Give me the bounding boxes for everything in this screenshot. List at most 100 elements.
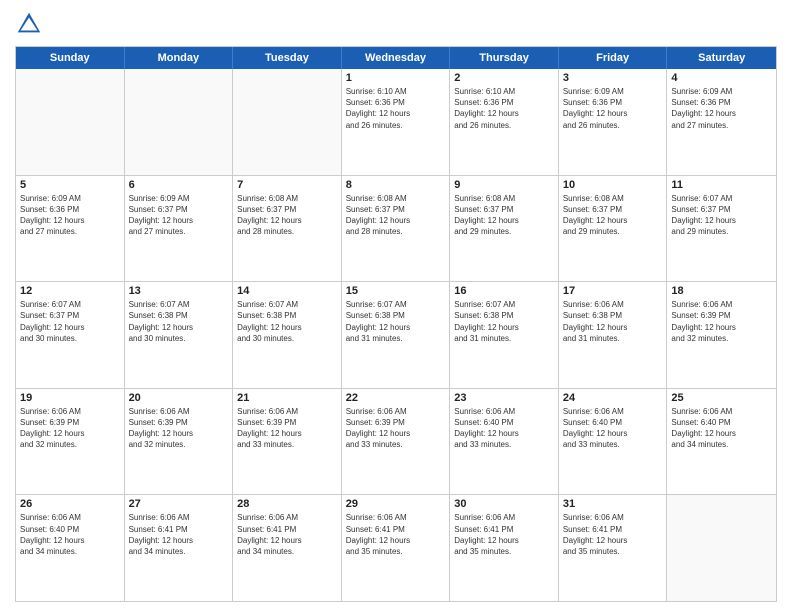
- day-number: 28: [237, 498, 337, 510]
- cell-info: Sunrise: 6:07 AMSunset: 6:37 PMDaylight:…: [20, 299, 120, 344]
- calendar-cell: 10 Sunrise: 6:08 AMSunset: 6:37 PMDayligh…: [559, 176, 668, 282]
- cell-info: Sunrise: 6:08 AMSunset: 6:37 PMDaylight:…: [237, 193, 337, 238]
- calendar-row: 26 Sunrise: 6:06 AMSunset: 6:40 PMDayligh…: [16, 495, 776, 601]
- calendar-cell: 4Sunrise: 6:09 AMSunset: 6:36 PMDaylight…: [667, 69, 776, 175]
- cell-info: Sunrise: 6:09 AMSunset: 6:37 PMDaylight:…: [129, 193, 229, 238]
- calendar-cell: 2 Sunrise: 6:10 AMSunset: 6:36 PMDaylight…: [450, 69, 559, 175]
- day-number: 27: [129, 498, 229, 510]
- calendar-cell: 13Sunrise: 6:07 AMSunset: 6:38 PMDayligh…: [125, 282, 234, 388]
- cell-info: Sunrise: 6:07 AMSunset: 6:38 PMDaylight:…: [454, 299, 554, 344]
- calendar-cell: 31 Sunrise: 6:06 AMSunset: 6:41 PMDayligh…: [559, 495, 668, 601]
- day-number: 21: [237, 392, 337, 404]
- calendar-row: 12 Sunrise: 6:07 AMSunset: 6:37 PMDayligh…: [16, 282, 776, 389]
- day-number: 13: [129, 285, 229, 297]
- cell-info: Sunrise: 6:06 AMSunset: 6:39 PMDaylight:…: [20, 406, 120, 451]
- calendar-cell: 24Sunrise: 6:06 AMSunset: 6:40 PMDayligh…: [559, 389, 668, 495]
- cell-info: Sunrise: 6:06 AMSunset: 6:41 PMDaylight:…: [346, 512, 446, 557]
- logo-icon: [15, 10, 43, 38]
- day-number: 9: [454, 179, 554, 191]
- weekday-header: Monday: [125, 47, 234, 69]
- cell-info: Sunrise: 6:06 AMSunset: 6:41 PMDaylight:…: [454, 512, 554, 557]
- day-number: 25: [671, 392, 772, 404]
- day-number: 2: [454, 72, 554, 84]
- calendar-cell: 11 Sunrise: 6:07 AMSunset: 6:37 PMDayligh…: [667, 176, 776, 282]
- calendar-cell: 28Sunrise: 6:06 AMSunset: 6:41 PMDayligh…: [233, 495, 342, 601]
- calendar-cell: 12 Sunrise: 6:07 AMSunset: 6:37 PMDayligh…: [16, 282, 125, 388]
- day-number: 10: [563, 179, 663, 191]
- calendar-body: 1 Sunrise: 6:10 AMSunset: 6:36 PMDaylight…: [16, 69, 776, 601]
- calendar-cell: 7 Sunrise: 6:08 AMSunset: 6:37 PMDaylight…: [233, 176, 342, 282]
- day-number: 26: [20, 498, 120, 510]
- day-number: 8: [346, 179, 446, 191]
- calendar-cell: 6 Sunrise: 6:09 AMSunset: 6:37 PMDaylight…: [125, 176, 234, 282]
- calendar-cell: 18Sunrise: 6:06 AMSunset: 6:39 PMDayligh…: [667, 282, 776, 388]
- calendar-cell: 19 Sunrise: 6:06 AMSunset: 6:39 PMDayligh…: [16, 389, 125, 495]
- calendar-cell: 14 Sunrise: 6:07 AMSunset: 6:38 PMDayligh…: [233, 282, 342, 388]
- calendar-cell: 8 Sunrise: 6:08 AMSunset: 6:37 PMDaylight…: [342, 176, 451, 282]
- cell-info: Sunrise: 6:06 AMSunset: 6:39 PMDaylight:…: [237, 406, 337, 451]
- calendar-cell: 26 Sunrise: 6:06 AMSunset: 6:40 PMDayligh…: [16, 495, 125, 601]
- day-number: 7: [237, 179, 337, 191]
- day-number: 14: [237, 285, 337, 297]
- day-number: 30: [454, 498, 554, 510]
- cell-info: Sunrise: 6:07 AMSunset: 6:38 PMDaylight:…: [346, 299, 446, 344]
- weekday-header: Tuesday: [233, 47, 342, 69]
- calendar-cell: 15 Sunrise: 6:07 AMSunset: 6:38 PMDayligh…: [342, 282, 451, 388]
- calendar-cell: 30 Sunrise: 6:06 AMSunset: 6:41 PMDayligh…: [450, 495, 559, 601]
- cell-info: Sunrise: 6:06 AMSunset: 6:39 PMDaylight:…: [129, 406, 229, 451]
- calendar: SundayMondayTuesdayWednesdayThursdayFrid…: [15, 46, 777, 602]
- calendar-cell: 25 Sunrise: 6:06 AMSunset: 6:40 PMDayligh…: [667, 389, 776, 495]
- calendar-cell: 27 Sunrise: 6:06 AMSunset: 6:41 PMDayligh…: [125, 495, 234, 601]
- cell-info: Sunrise: 6:06 AMSunset: 6:40 PMDaylight:…: [20, 512, 120, 557]
- calendar-cell: 9Sunrise: 6:08 AMSunset: 6:37 PMDaylight…: [450, 176, 559, 282]
- calendar-cell: 20 Sunrise: 6:06 AMSunset: 6:39 PMDayligh…: [125, 389, 234, 495]
- calendar-header: SundayMondayTuesdayWednesdayThursdayFrid…: [16, 47, 776, 69]
- calendar-row: 5Sunrise: 6:09 AMSunset: 6:36 PMDaylight…: [16, 176, 776, 283]
- calendar-cell: [667, 495, 776, 601]
- cell-info: Sunrise: 6:06 AMSunset: 6:39 PMDaylight:…: [346, 406, 446, 451]
- weekday-header: Wednesday: [342, 47, 451, 69]
- day-number: 20: [129, 392, 229, 404]
- day-number: 11: [671, 179, 772, 191]
- day-number: 12: [20, 285, 120, 297]
- calendar-cell: 5Sunrise: 6:09 AMSunset: 6:36 PMDaylight…: [16, 176, 125, 282]
- cell-info: Sunrise: 6:06 AMSunset: 6:40 PMDaylight:…: [454, 406, 554, 451]
- day-number: 15: [346, 285, 446, 297]
- cell-info: Sunrise: 6:10 AMSunset: 6:36 PMDaylight:…: [346, 86, 446, 131]
- day-number: 1: [346, 72, 446, 84]
- cell-info: Sunrise: 6:06 AMSunset: 6:38 PMDaylight:…: [563, 299, 663, 344]
- cell-info: Sunrise: 6:08 AMSunset: 6:37 PMDaylight:…: [346, 193, 446, 238]
- cell-info: Sunrise: 6:06 AMSunset: 6:41 PMDaylight:…: [129, 512, 229, 557]
- calendar-cell: [125, 69, 234, 175]
- weekday-header: Thursday: [450, 47, 559, 69]
- cell-info: Sunrise: 6:09 AMSunset: 6:36 PMDaylight:…: [20, 193, 120, 238]
- calendar-row: 1 Sunrise: 6:10 AMSunset: 6:36 PMDaylight…: [16, 69, 776, 176]
- day-number: 31: [563, 498, 663, 510]
- calendar-cell: 16 Sunrise: 6:07 AMSunset: 6:38 PMDayligh…: [450, 282, 559, 388]
- calendar-cell: 29Sunrise: 6:06 AMSunset: 6:41 PMDayligh…: [342, 495, 451, 601]
- day-number: 6: [129, 179, 229, 191]
- cell-info: Sunrise: 6:06 AMSunset: 6:40 PMDaylight:…: [671, 406, 772, 451]
- day-number: 24: [563, 392, 663, 404]
- calendar-cell: [233, 69, 342, 175]
- day-number: 23: [454, 392, 554, 404]
- weekday-header: Saturday: [667, 47, 776, 69]
- cell-info: Sunrise: 6:08 AMSunset: 6:37 PMDaylight:…: [563, 193, 663, 238]
- cell-info: Sunrise: 6:06 AMSunset: 6:41 PMDaylight:…: [563, 512, 663, 557]
- cell-info: Sunrise: 6:07 AMSunset: 6:38 PMDaylight:…: [237, 299, 337, 344]
- logo: [15, 10, 47, 38]
- day-number: 17: [563, 285, 663, 297]
- cell-info: Sunrise: 6:10 AMSunset: 6:36 PMDaylight:…: [454, 86, 554, 131]
- header: [15, 10, 777, 38]
- calendar-cell: [16, 69, 125, 175]
- day-number: 18: [671, 285, 772, 297]
- cell-info: Sunrise: 6:09 AMSunset: 6:36 PMDaylight:…: [563, 86, 663, 131]
- cell-info: Sunrise: 6:07 AMSunset: 6:37 PMDaylight:…: [671, 193, 772, 238]
- day-number: 19: [20, 392, 120, 404]
- day-number: 22: [346, 392, 446, 404]
- weekday-header: Sunday: [16, 47, 125, 69]
- calendar-cell: 3Sunrise: 6:09 AMSunset: 6:36 PMDaylight…: [559, 69, 668, 175]
- cell-info: Sunrise: 6:09 AMSunset: 6:36 PMDaylight:…: [671, 86, 772, 131]
- day-number: 16: [454, 285, 554, 297]
- calendar-cell: 1 Sunrise: 6:10 AMSunset: 6:36 PMDaylight…: [342, 69, 451, 175]
